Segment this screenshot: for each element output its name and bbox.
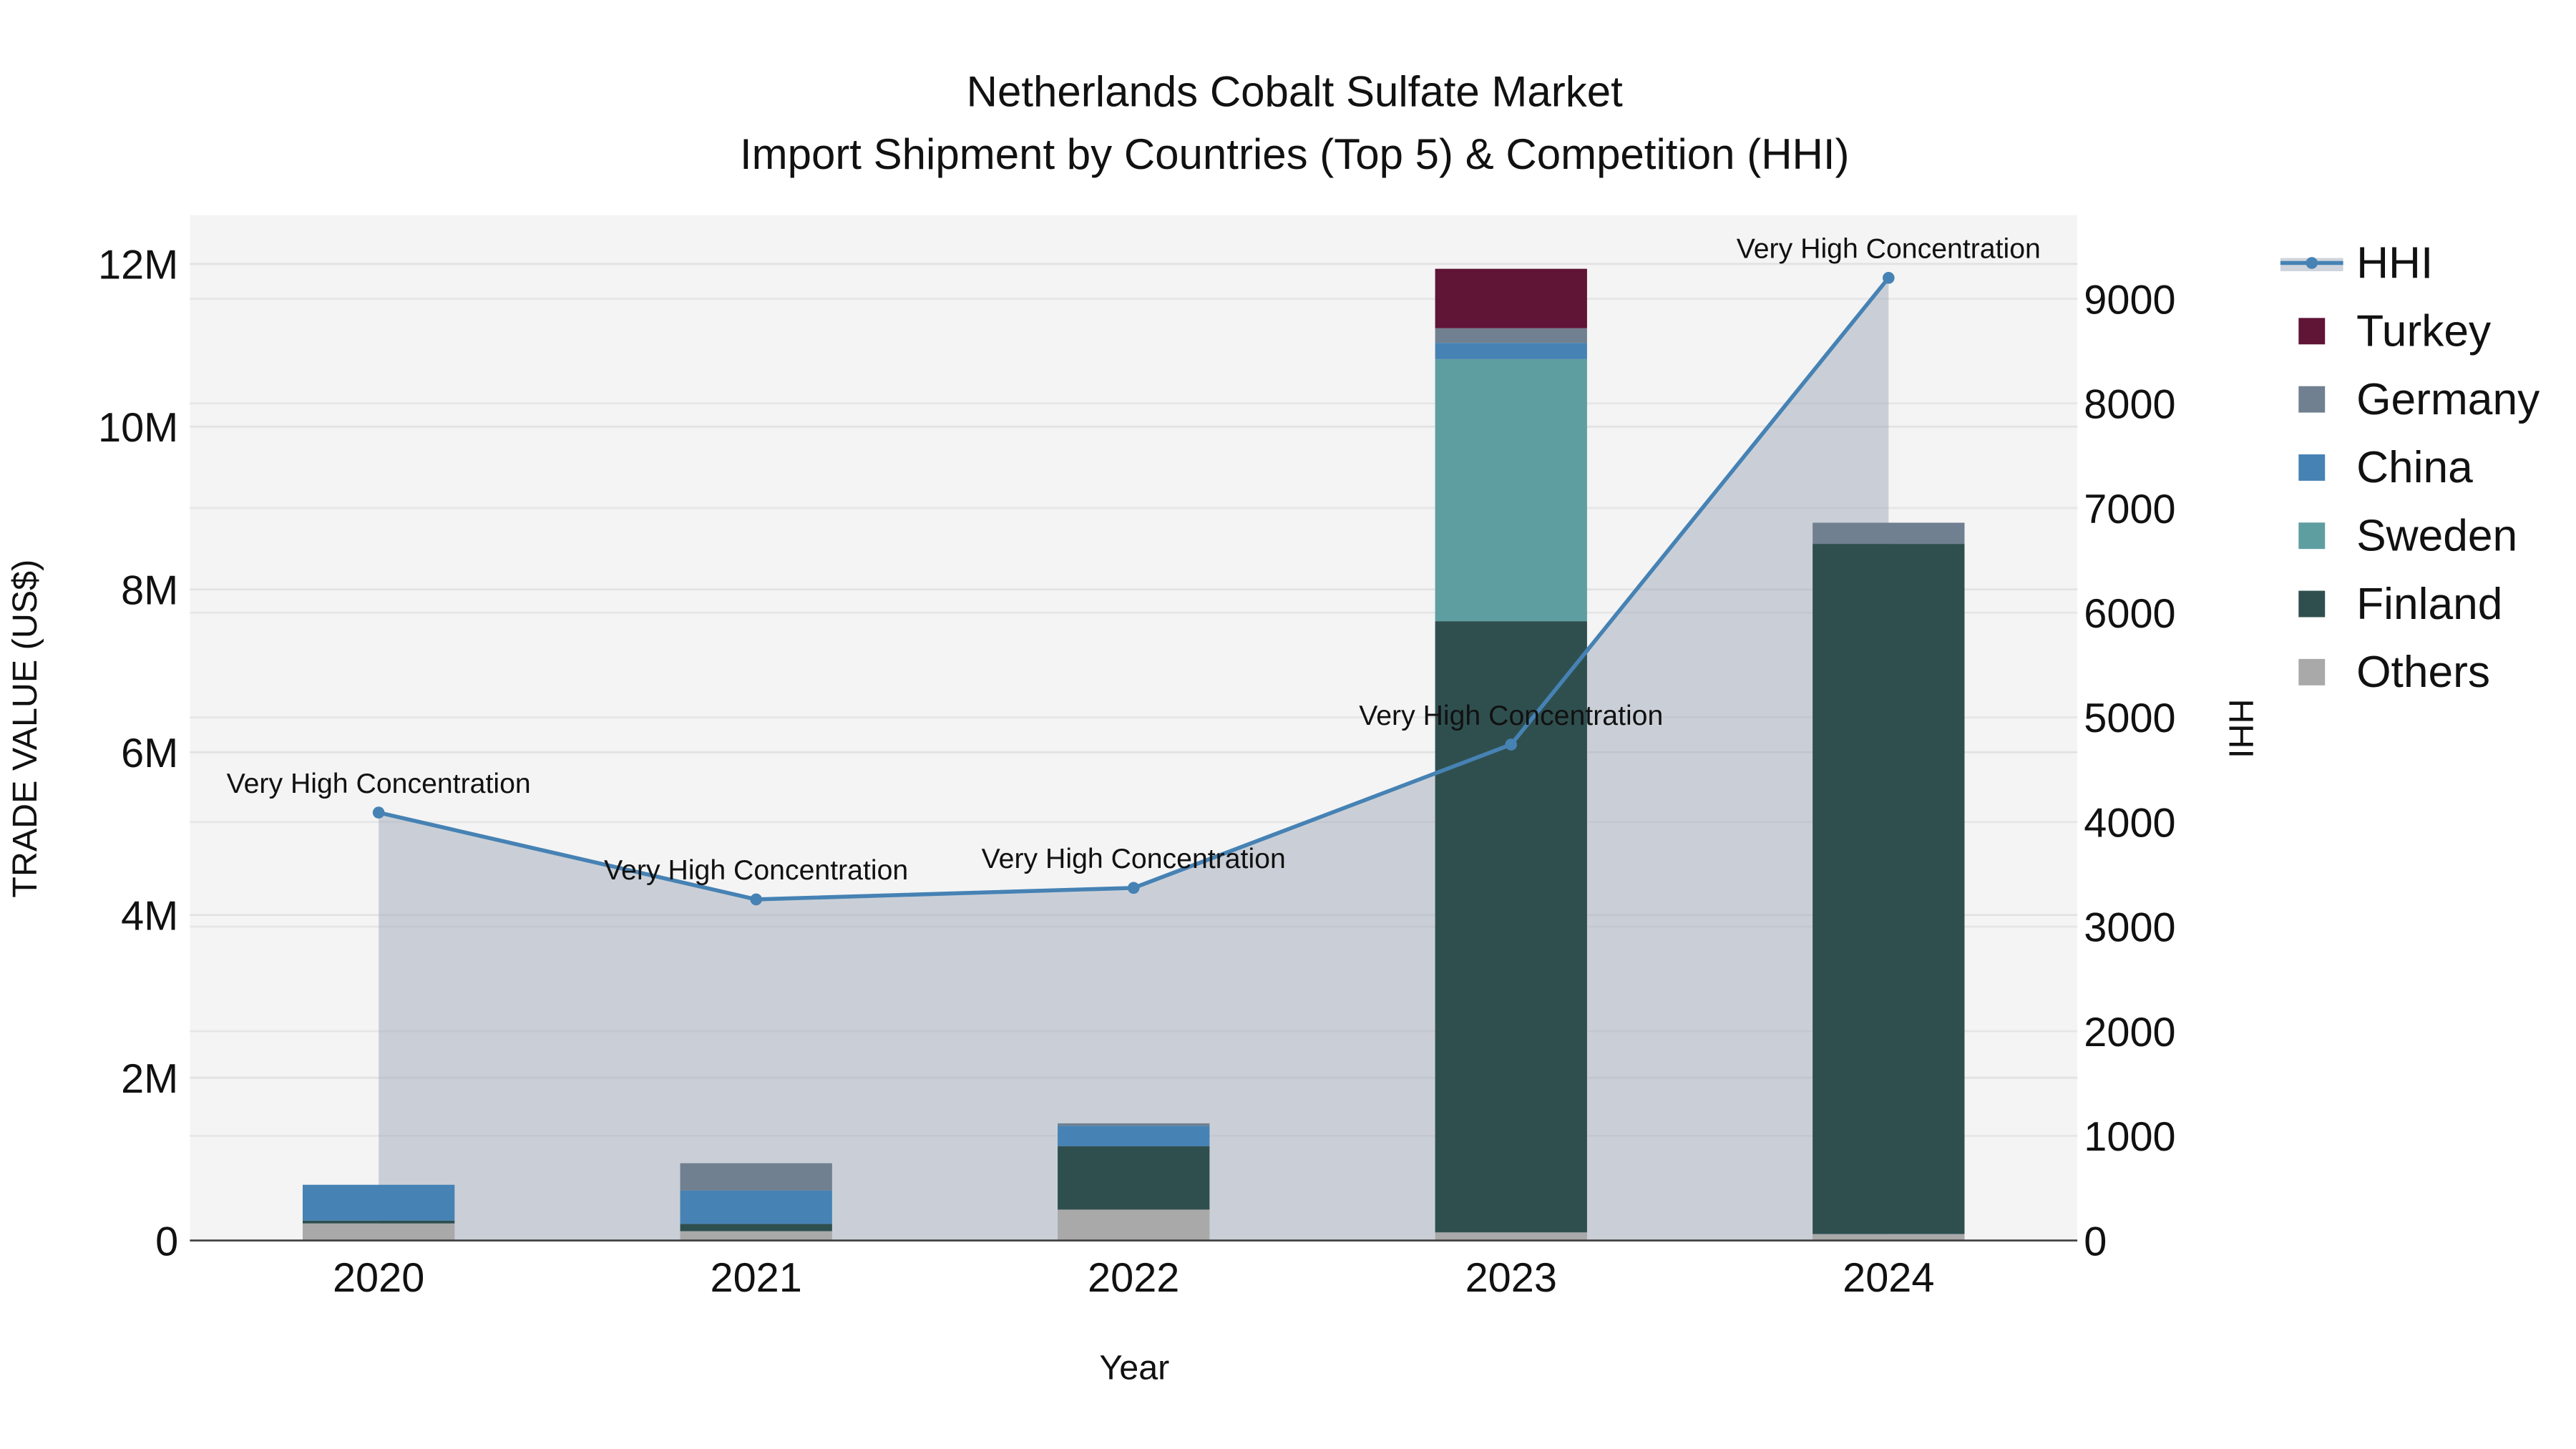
bar-others-2020 [303, 1223, 455, 1241]
x-tick-label: 2021 [711, 1255, 802, 1301]
y2-tick-label: 1000 [2084, 1114, 2175, 1160]
bar-turkey-2023 [1435, 268, 1587, 328]
legend-item-turkey[interactable]: Turkey [2356, 307, 2492, 356]
y-axis-title: TRADE VALUE (US$) [6, 560, 44, 898]
legend-swatch-hhi-marker [2306, 257, 2318, 269]
bar-germany-2021 [680, 1163, 832, 1191]
hhi-annotation: Very High Concentration [1359, 700, 1663, 731]
hhi-annotation: Very High Concentration [982, 843, 1286, 874]
y-tick-label: 6M [121, 731, 178, 776]
bar-china-2023 [1435, 343, 1587, 359]
x-tick-label: 2024 [1843, 1255, 1934, 1301]
y2-tick-label: 3000 [2084, 905, 2175, 951]
y-tick-label: 8M [121, 568, 178, 614]
bar-others-2021 [680, 1231, 832, 1241]
legend-swatch-others [2298, 658, 2326, 686]
hhi-annotation: Very High Concentration [1737, 233, 2041, 265]
bar-germany-2024 [1813, 522, 1965, 545]
bar-china-2020 [303, 1184, 455, 1221]
legend-swatch-finland [2298, 590, 2326, 618]
chart: Very High Concentration Very High Concent… [6, 67, 2540, 1387]
legend-item-china[interactable]: China [2356, 443, 2473, 492]
legend-item-hhi[interactable]: HHI [2356, 238, 2433, 288]
y-tick-label: 0 [155, 1219, 178, 1264]
legend-item-finland[interactable]: Finland [2356, 580, 2502, 629]
legend-item-germany[interactable]: Germany [2356, 375, 2540, 424]
y-tick-label: 4M [121, 893, 178, 939]
bar-finland-2024 [1813, 544, 1965, 1234]
y-tick-label: 12M [98, 243, 178, 288]
y2-tick-label: 2000 [2084, 1010, 2175, 1055]
y2-axis-title: HHI [2221, 699, 2260, 758]
y2-tick-label: 8000 [2084, 382, 2175, 428]
hhi-point-2020 [372, 806, 385, 819]
bar-china-2022 [1058, 1126, 1210, 1146]
legend-swatch-china [2298, 454, 2326, 481]
hhi-point-2021 [750, 893, 762, 906]
y2-tick-label: 4000 [2084, 800, 2175, 846]
legend-swatch-germany [2298, 386, 2326, 413]
chart-subtitle: Import Shipment by Countries (Top 5) & C… [740, 130, 1850, 178]
bar-finland-2021 [680, 1224, 832, 1231]
y-tick-label: 10M [98, 405, 178, 451]
hhi-point-2022 [1127, 882, 1140, 894]
legend-swatch-turkey [2298, 318, 2326, 345]
bar-finland-2022 [1058, 1146, 1210, 1210]
bar-finland-2020 [303, 1220, 455, 1224]
legend: HHI Turkey Germany China Sweden Finland Others [2280, 238, 2540, 697]
x-axis-ticks: 2020 2021 2022 2023 2024 [333, 1255, 1934, 1301]
y2-tick-label: 9000 [2084, 277, 2175, 323]
x-tick-label: 2023 [1465, 1255, 1557, 1301]
bar-sweden-2023 [1435, 358, 1587, 622]
y-tick-label: 2M [121, 1056, 178, 1102]
bar-germany-2022 [1058, 1123, 1210, 1126]
legend-swatch-sweden [2298, 522, 2326, 550]
hhi-annotation: Very High Concentration [604, 854, 908, 886]
hhi-annotation: Very High Concentration [227, 768, 531, 799]
legend-item-sweden[interactable]: Sweden [2356, 512, 2517, 561]
bar-others-2022 [1058, 1209, 1210, 1241]
bar-others-2023 [1435, 1232, 1587, 1241]
legend-item-others[interactable]: Others [2356, 648, 2490, 697]
x-tick-label: 2022 [1088, 1255, 1179, 1301]
hhi-point-2024 [1883, 272, 1895, 284]
bar-germany-2023 [1435, 328, 1587, 343]
y2-tick-label: 7000 [2084, 487, 2175, 532]
bar-china-2021 [680, 1190, 832, 1224]
y2-axis-ticks: 0 1000 2000 3000 4000 5000 6000 7000 8000 9000 [2084, 277, 2175, 1264]
hhi-point-2023 [1505, 738, 1518, 751]
y2-tick-label: 0 [2084, 1219, 2107, 1264]
y-axis-ticks: 0 2M 4M 6M 8M 10M 12M [98, 243, 178, 1265]
y2-tick-label: 6000 [2084, 591, 2175, 637]
x-tick-label: 2020 [333, 1255, 424, 1301]
chart-title: Netherlands Cobalt Sulfate Market [967, 67, 1623, 115]
y2-tick-label: 5000 [2084, 696, 2175, 741]
x-axis-title: Year [1099, 1349, 1169, 1387]
